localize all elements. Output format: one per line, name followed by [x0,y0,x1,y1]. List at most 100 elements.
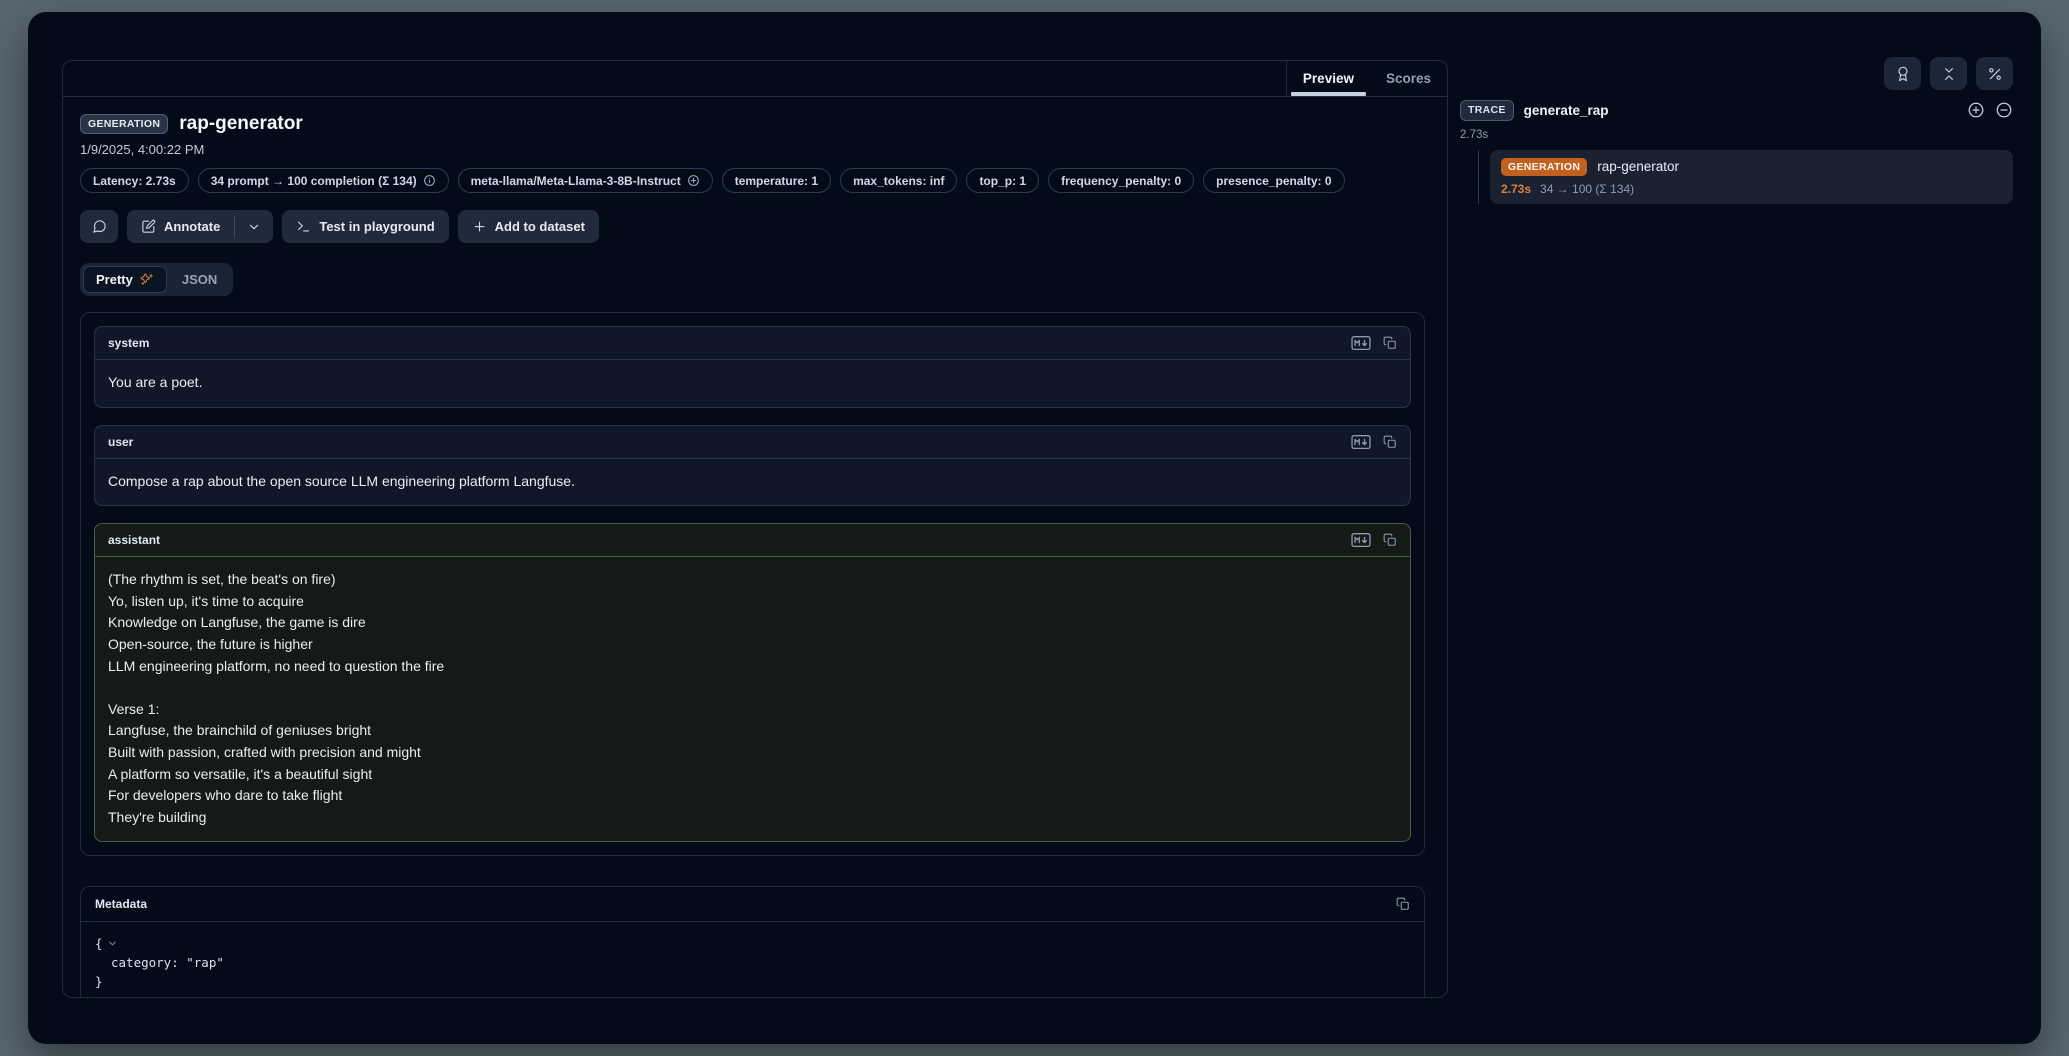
observation-pill-row: Latency: 2.73s 34 prompt → 100 completio… [80,168,1425,193]
markdown-toggle-button[interactable] [1351,533,1371,547]
topbar-actions [1884,57,2013,90]
observation-panel: Preview Scores GENERATION rap-generator … [62,60,1448,998]
copy-message-button[interactable] [1383,435,1397,449]
copy-icon [1383,336,1397,350]
view-mode-toggle: Pretty JSON [80,263,233,296]
json-open-brace: { [95,934,103,953]
terminal-icon [296,219,311,234]
chevron-down-icon [107,938,118,949]
presence-penalty-pill: presence_penalty: 0 [1203,168,1344,193]
markdown-icon [1351,435,1371,449]
system-message-header: system [95,327,1410,360]
frequency-penalty-pill: frequency_penalty: 0 [1048,168,1194,193]
io-preview-container: system [80,312,1425,856]
tree-item-name: rap-generator [1597,159,1679,174]
copy-message-button[interactable] [1383,336,1397,350]
max-tokens-pill: max_tokens: inf [840,168,957,193]
tree-item-latency: 2.73s [1501,182,1531,196]
percent-toggle-button[interactable] [1976,57,2013,90]
test-in-playground-button[interactable]: Test in playground [282,210,448,243]
system-message-panel: system [94,326,1411,408]
message-role-label: system [108,336,149,350]
tree-item-header: GENERATION rap-generator [1501,158,2002,177]
circle-plus-icon [687,174,700,187]
json-entry: category: "rap" [111,953,224,972]
desktop-background: Preview Scores GENERATION rap-generator … [0,0,2069,1056]
tree-item-generation[interactable]: GENERATION rap-generator 2.73s 34 → 100 … [1490,150,2013,205]
observation-body: GENERATION rap-generator 1/9/2025, 4:00:… [63,97,1447,998]
add-to-dataset-button[interactable]: Add to dataset [458,210,599,243]
assistant-message-content: (The rhythm is set, the beat's on fire) … [95,557,1410,841]
generation-type-badge: GENERATION [1501,158,1587,177]
circle-minus-icon [1995,101,2013,119]
trace-latency: 2.73s [1460,129,2013,141]
message-tools [1351,435,1397,449]
view-mode-row: Pretty JSON [80,263,1425,296]
circle-plus-icon [1967,101,1985,119]
json-collapse-toggle[interactable] [107,938,118,949]
trace-type-badge: TRACE [1460,100,1514,121]
token-usage-pill[interactable]: 34 prompt → 100 completion (Σ 134) [198,168,449,193]
plus-icon [472,219,487,234]
annotate-split-button: Annotate [127,210,273,243]
generation-type-badge: GENERATION [80,114,168,135]
view-tab-json[interactable]: JSON [169,266,230,293]
collapse-all-button[interactable] [1995,101,2013,119]
tab-preview-label: Preview [1303,71,1354,86]
scores-award-button[interactable] [1884,57,1921,90]
observation-timestamp: 1/9/2025, 4:00:22 PM [80,142,1425,157]
edit-pencil-icon [141,219,156,234]
metadata-panel: Metadata { [80,886,1425,998]
award-icon [1895,66,1911,82]
sparkles-icon [140,273,154,287]
expand-all-button[interactable] [1967,101,1985,119]
message-role-label: assistant [108,533,160,547]
metadata-header: Metadata [81,887,1424,922]
assistant-message-panel: assistant [94,523,1411,842]
annotate-button[interactable]: Annotate [127,210,234,243]
markdown-toggle-button[interactable] [1351,435,1371,449]
user-message-header: user [95,426,1410,459]
message-tools [1351,336,1397,350]
markdown-toggle-button[interactable] [1351,336,1371,350]
copy-icon [1383,533,1397,547]
top-p-pill: top_p: 1 [966,168,1039,193]
chevron-down-icon [247,220,261,234]
tree-item-tokens: 34 → 100 (Σ 134) [1540,182,1634,196]
observation-actions: Annotate Test in playgroun [80,210,1425,243]
trace-tree: GENERATION rap-generator 2.73s 34 → 100 … [1478,150,2013,205]
message-tools [1351,533,1397,547]
tab-scores[interactable]: Scores [1370,61,1447,96]
copy-icon [1383,435,1397,449]
trace-root-row[interactable]: TRACE generate_rap [1460,100,2013,121]
markdown-icon [1351,533,1371,547]
model-pill[interactable]: meta-llama/Meta-Llama-3-8B-Instruct [458,168,713,193]
user-message-content: Compose a rap about the open source LLM … [95,459,1410,506]
metadata-title: Metadata [95,897,147,911]
message-role-label: user [108,435,133,449]
collapse-icon [1941,66,1957,82]
page-title: rap-generator [179,113,303,135]
comment-button[interactable] [80,210,118,243]
annotate-dropdown-button[interactable] [235,210,273,243]
collapse-panel-button[interactable] [1930,57,1967,90]
json-close-brace: } [95,972,103,991]
observation-title-row: GENERATION rap-generator [80,113,1425,135]
panel-tab-group: Preview Scores [1286,61,1447,96]
copy-message-button[interactable] [1383,533,1397,547]
trace-name: generate_rap [1524,103,1609,118]
assistant-message-header: assistant [95,524,1410,557]
info-icon [423,174,436,187]
view-tab-pretty[interactable]: Pretty [83,266,167,293]
temperature-pill: temperature: 1 [722,168,831,193]
copy-icon [1396,897,1410,911]
copy-metadata-button[interactable] [1396,897,1410,911]
tab-active-underline [1291,92,1366,96]
metadata-json: { category: "rap" } [81,922,1424,998]
tab-scores-label: Scores [1386,71,1431,86]
tab-preview[interactable]: Preview [1287,61,1370,96]
tree-item-stats: 2.73s 34 → 100 (Σ 134) [1501,182,2002,196]
trace-tree-sidebar: TRACE generate_rap 2.73s [1460,100,2013,204]
app-window: Preview Scores GENERATION rap-generator … [28,12,2041,1044]
panel-tab-bar: Preview Scores [63,61,1447,97]
